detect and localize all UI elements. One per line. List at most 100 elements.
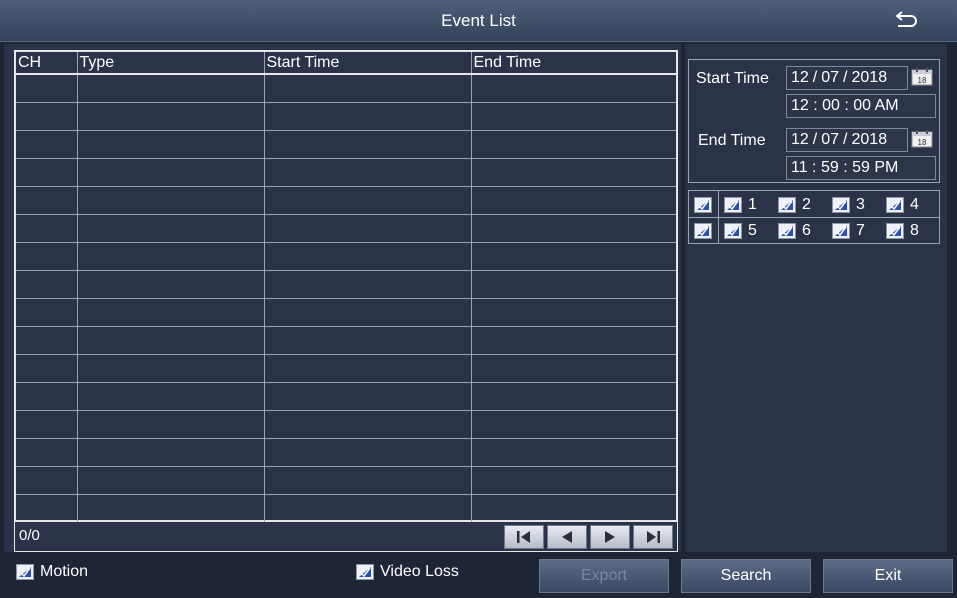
- end-date-month[interactable]: 12: [787, 131, 813, 149]
- table-cell: [16, 493, 78, 523]
- exit-button[interactable]: Exit: [823, 559, 953, 593]
- table-row[interactable]: [16, 73, 676, 103]
- table-cell: [470, 409, 676, 439]
- next-page-button[interactable]: [590, 525, 630, 549]
- table-cell: [263, 353, 472, 383]
- select-all-row2-checkbox[interactable]: [694, 223, 712, 239]
- table-cell: [263, 129, 472, 159]
- table-row[interactable]: [16, 129, 676, 159]
- table-row[interactable]: [16, 101, 676, 131]
- table-row[interactable]: [16, 325, 676, 355]
- page-count: 0/0: [19, 527, 40, 544]
- channel-1-checkbox[interactable]: [724, 197, 742, 213]
- table-footer: 0/0: [14, 522, 678, 552]
- table-cell: [16, 381, 78, 411]
- table-cell: [76, 241, 265, 271]
- table-cell: [263, 241, 472, 271]
- table-row[interactable]: [16, 157, 676, 187]
- table-cell: [16, 73, 78, 103]
- table-cell: [76, 73, 265, 103]
- table-row[interactable]: [16, 493, 676, 523]
- table-cell: [263, 213, 472, 243]
- start-date-year[interactable]: 2018: [848, 69, 892, 87]
- last-page-button[interactable]: [633, 525, 673, 549]
- table-cell: [76, 297, 265, 327]
- channel-5-checkbox[interactable]: [724, 223, 742, 239]
- start-date-month[interactable]: 12: [787, 69, 813, 87]
- start-time-field[interactable]: 12 : 00 : 00 AM: [786, 94, 936, 118]
- end-time-field[interactable]: 11 : 59 : 59 PM: [786, 156, 936, 180]
- end-date-day[interactable]: 07: [817, 131, 843, 149]
- channel-7-checkbox[interactable]: [832, 223, 850, 239]
- start-calendar-icon[interactable]: 18: [911, 68, 933, 86]
- checkmark-icon: [889, 200, 901, 211]
- start-date-field[interactable]: 12 / 07 / 2018: [786, 66, 908, 90]
- channel-4-checkbox[interactable]: [886, 197, 904, 213]
- channel-3-checkbox[interactable]: [832, 197, 850, 213]
- search-button[interactable]: Search: [681, 559, 811, 593]
- table-cell: [263, 381, 472, 411]
- end-time-value[interactable]: 11 : 59 : 59 PM: [787, 159, 902, 177]
- table-row[interactable]: [16, 353, 676, 383]
- motion-label: Motion: [40, 563, 89, 580]
- start-date-day[interactable]: 07: [817, 69, 843, 87]
- table-cell: [76, 409, 265, 439]
- table-cell: [16, 353, 78, 383]
- table-row[interactable]: [16, 381, 676, 411]
- table-row[interactable]: [16, 409, 676, 439]
- motion-checkbox[interactable]: [16, 564, 34, 580]
- table-cell: [263, 157, 472, 187]
- table-row[interactable]: [16, 465, 676, 495]
- channel-7-label: 7: [856, 222, 865, 239]
- end-date-field[interactable]: 12 / 07 / 2018: [786, 128, 908, 152]
- table-cell: [263, 101, 472, 131]
- table-row[interactable]: [16, 241, 676, 271]
- channel-2-checkbox[interactable]: [778, 197, 796, 213]
- table-row[interactable]: [16, 185, 676, 215]
- checkmark-icon: [781, 226, 793, 237]
- table-row[interactable]: [16, 297, 676, 327]
- checkmark-icon: [697, 226, 709, 237]
- channel-column-divider: [718, 191, 719, 243]
- table-cell: [76, 381, 265, 411]
- start-time-label: Start Time: [696, 70, 769, 87]
- window-title: Event List: [441, 11, 516, 30]
- first-page-button[interactable]: [504, 525, 544, 549]
- export-button[interactable]: Export: [539, 559, 669, 593]
- end-calendar-icon[interactable]: 18: [911, 130, 933, 148]
- event-table-area: CH Type Start Time End Time: [14, 50, 678, 523]
- video-loss-checkbox[interactable]: [356, 564, 374, 580]
- select-all-row1-checkbox[interactable]: [694, 197, 712, 213]
- table-cell: [16, 269, 78, 299]
- table-cell: [16, 325, 78, 355]
- table-cell: [263, 73, 472, 103]
- table-cell: [263, 269, 472, 299]
- column-header-type: Type: [76, 52, 265, 75]
- table-cell: [470, 353, 676, 383]
- end-date-year[interactable]: 2018: [848, 131, 892, 149]
- table-row[interactable]: [16, 213, 676, 243]
- previous-page-button[interactable]: [547, 525, 587, 549]
- table-cell: [16, 101, 78, 131]
- table-cell: [76, 101, 265, 131]
- table-cell: [76, 325, 265, 355]
- table-row[interactable]: [16, 437, 676, 467]
- table-row[interactable]: [16, 269, 676, 299]
- table-cell: [16, 213, 78, 243]
- table-cell: [263, 465, 472, 495]
- start-calendar-icon-text: 18: [918, 76, 927, 85]
- event-table: CH Type Start Time End Time: [16, 52, 676, 523]
- checkmark-icon: [835, 200, 847, 211]
- channel-8-checkbox[interactable]: [886, 223, 904, 239]
- start-time-value[interactable]: 12 : 00 : 00 AM: [787, 97, 903, 115]
- table-cell: [76, 437, 265, 467]
- end-calendar-icon-text: 18: [918, 138, 927, 147]
- table-cell: [470, 129, 676, 159]
- back-icon[interactable]: [894, 10, 918, 32]
- table-cell: [16, 437, 78, 467]
- table-cell: [16, 129, 78, 159]
- table-cell: [16, 409, 78, 439]
- table-cell: [470, 325, 676, 355]
- channel-6-checkbox[interactable]: [778, 223, 796, 239]
- video-loss-label: Video Loss: [380, 563, 459, 580]
